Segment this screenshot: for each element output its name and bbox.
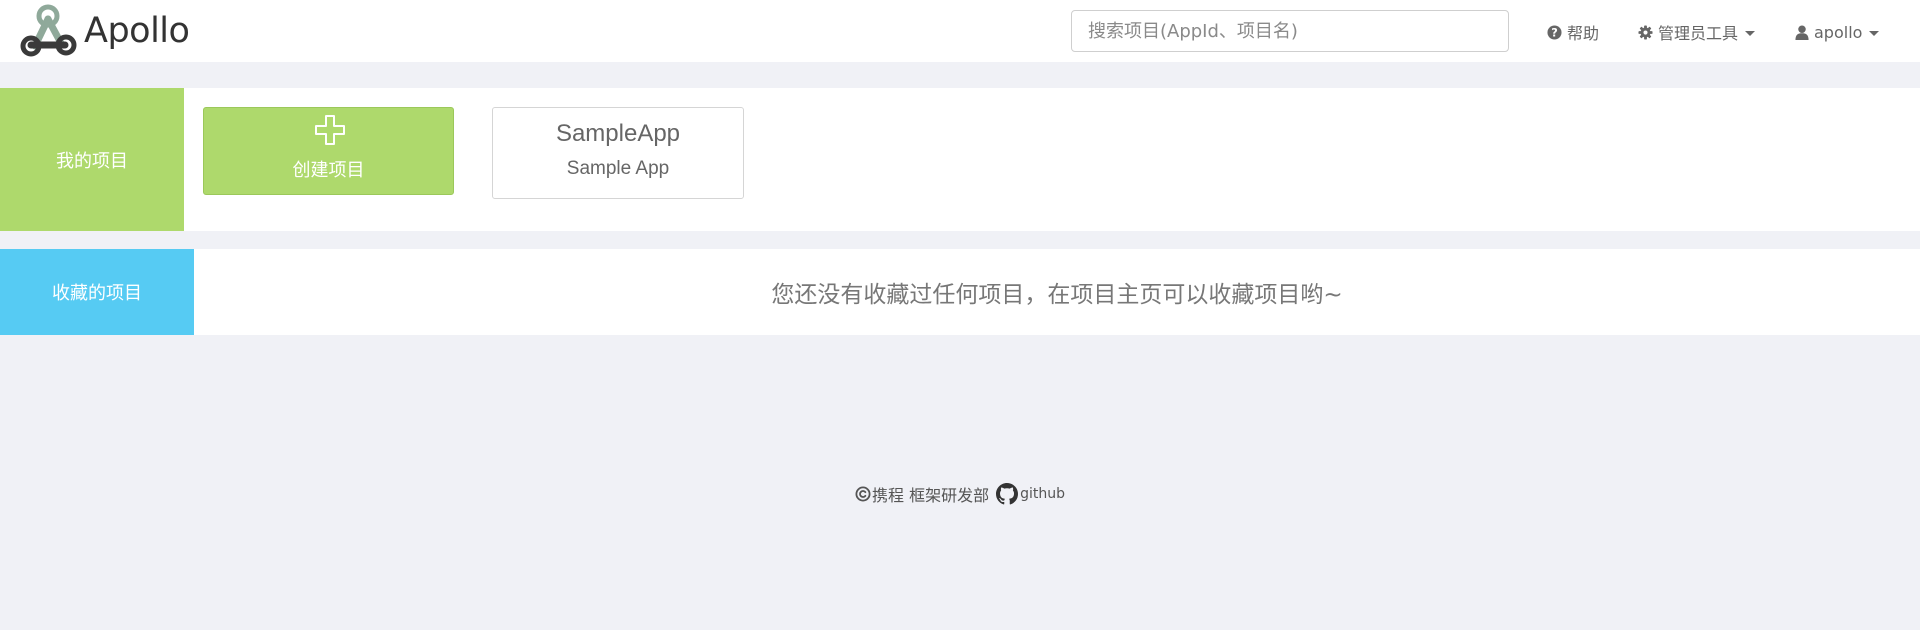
brand-name: Apollo	[84, 11, 190, 51]
question-circle-icon: ?	[1547, 24, 1562, 40]
github-label: github	[1020, 486, 1065, 502]
github-link[interactable]: github	[996, 483, 1065, 505]
my-projects-title: 我的项目	[0, 88, 184, 231]
help-link[interactable]: ? 帮助	[1547, 19, 1599, 45]
admin-tools-label: 管理员工具	[1658, 24, 1739, 43]
user-menu-dropdown[interactable]: apollo	[1795, 19, 1880, 45]
apollo-logo-icon	[20, 4, 77, 57]
chevron-down-icon	[1745, 30, 1756, 36]
app-card-sampleapp[interactable]: SampleApp Sample App	[492, 107, 744, 199]
chevron-down-icon	[1869, 30, 1880, 36]
footer: 携程 框架研发部 github	[0, 482, 1920, 506]
favorites-empty-message: 您还没有收藏过任何项目，在项目主页可以收藏项目哟~	[771, 282, 1343, 308]
top-navbar: Apollo ? 帮助 管理员工具	[0, 0, 1920, 62]
create-project-button[interactable]: 创建项目	[203, 107, 454, 195]
github-icon	[996, 483, 1019, 505]
my-projects-panel: 我的项目 创建项目 SampleApp Sample App	[0, 88, 1920, 231]
plus-icon	[314, 114, 346, 151]
admin-tools-dropdown[interactable]: 管理员工具	[1638, 19, 1756, 45]
apollo-logo[interactable]: Apollo	[18, 3, 190, 59]
footer-company: 携程 框架研发部	[872, 486, 990, 505]
copyright-icon	[855, 486, 871, 502]
favorite-projects-title: 收藏的项目	[0, 249, 194, 335]
create-project-label: 创建项目	[292, 160, 365, 181]
gear-icon	[1638, 24, 1653, 40]
favorite-projects-panel: 收藏的项目 您还没有收藏过任何项目，在项目主页可以收藏项目哟~	[0, 249, 1920, 335]
user-icon	[1795, 24, 1809, 40]
svg-text:?: ?	[1551, 26, 1558, 39]
user-name: apollo	[1814, 22, 1863, 42]
app-id: SampleApp	[555, 120, 681, 147]
help-label: 帮助	[1567, 24, 1600, 43]
app-name: Sample App	[566, 158, 670, 179]
search-input[interactable]	[1071, 10, 1509, 52]
